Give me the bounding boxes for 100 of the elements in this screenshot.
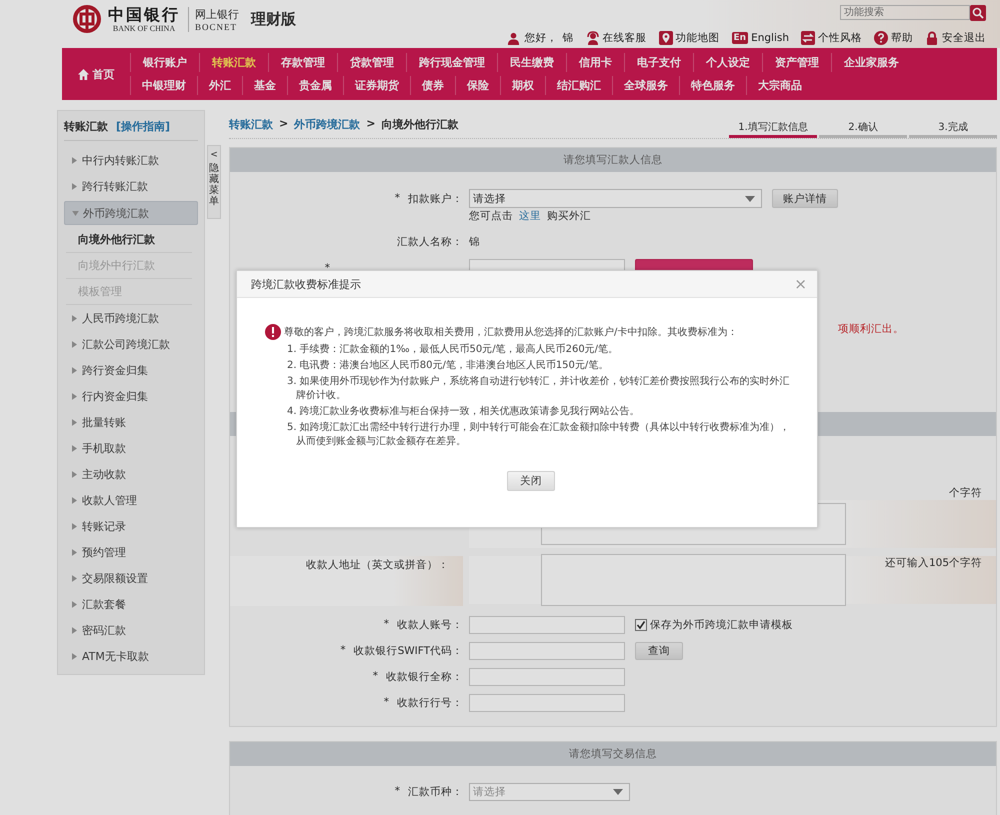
- nav-tab[interactable]: 基金: [242, 76, 287, 95]
- currency-select[interactable]: 请选择: [469, 783, 630, 801]
- caret-icon: [72, 470, 77, 478]
- header-link[interactable]: 安全退出: [925, 31, 986, 45]
- sidebar-item[interactable]: 跨行转账汇款: [64, 173, 198, 199]
- dropdown-arrow-icon: [613, 789, 623, 795]
- nav-tab[interactable]: 民生缴费: [497, 53, 566, 72]
- caret-icon: [72, 444, 77, 452]
- input-field[interactable]: [469, 616, 625, 634]
- nav-tab[interactable]: 资产管理: [762, 53, 831, 72]
- text-area[interactable]: [541, 554, 846, 606]
- sidebar-item[interactable]: 交易限额设置: [64, 565, 198, 591]
- sidebar-title: 转账汇款: [64, 119, 108, 134]
- header-link[interactable]: 个性风格: [801, 31, 862, 45]
- input-field[interactable]: [469, 694, 625, 712]
- close-button[interactable]: ×: [790, 275, 811, 293]
- sidebar-item[interactable]: 收款人管理: [64, 487, 198, 513]
- header-link[interactable]: 在线客服: [586, 31, 647, 45]
- header-link[interactable]: 功能地图: [658, 31, 720, 45]
- guide-link[interactable]: [操作指南]: [116, 119, 170, 134]
- language-link[interactable]: En English: [732, 32, 789, 44]
- breadcrumb-link[interactable]: 转账汇款: [229, 117, 273, 132]
- headset-icon: [586, 31, 600, 45]
- account-select[interactable]: 请选择: [469, 189, 762, 208]
- section-header: 请您填写交易信息: [230, 742, 996, 766]
- save-template-checkbox[interactable]: 保存为外币跨境汇款申请模板: [635, 618, 793, 632]
- required-mark: *: [394, 192, 400, 206]
- sidebar-item[interactable]: 汇款套餐: [64, 591, 198, 617]
- caret-icon: [72, 156, 77, 164]
- sidebar-item[interactable]: 主动收款: [64, 461, 198, 487]
- breadcrumb-separator: >: [366, 117, 376, 132]
- nav-tab[interactable]: 中银理财: [130, 76, 197, 95]
- caret-icon: [72, 600, 77, 608]
- nav-tab[interactable]: 贷款管理: [337, 53, 406, 72]
- nav-tab[interactable]: 存款管理: [268, 53, 337, 72]
- caret-icon: [72, 340, 77, 348]
- sidebar-item[interactable]: 跨行资金归集: [64, 357, 198, 383]
- sidebar-subitem[interactable]: 向境外他行汇款: [66, 227, 192, 253]
- sidebar-item[interactable]: 人民币跨境汇款: [64, 305, 198, 331]
- sidebar-item[interactable]: 密码汇款: [64, 617, 198, 643]
- sidebar-item[interactable]: 批量转账: [64, 409, 198, 435]
- sidebar-item[interactable]: 转账记录: [64, 513, 198, 539]
- fee-rule: 2. 电讯费：港澳台地区人民币80元/笔，非港澳台地区人民币150元/笔。: [287, 359, 610, 373]
- alert-icon: [265, 324, 281, 340]
- input-field[interactable]: [469, 668, 625, 686]
- nav-tab[interactable]: 全球服务: [612, 76, 679, 95]
- sidebar-item[interactable]: ATM无卡取款: [64, 643, 198, 669]
- nav-tab[interactable]: 电子支付: [624, 53, 693, 72]
- breadcrumb-link[interactable]: 外币跨境汇款: [294, 117, 360, 132]
- nav-tab[interactable]: 债券: [410, 76, 455, 95]
- account-details-button[interactable]: 账户详情: [772, 189, 838, 208]
- nav-tab[interactable]: 银行账户: [130, 53, 199, 72]
- caret-icon: [72, 314, 77, 322]
- nav-tab[interactable]: 期权: [500, 76, 545, 95]
- user-greeting: 您好，: [524, 31, 558, 45]
- remitter-name: 锦: [469, 235, 480, 249]
- hide-menu-tab[interactable]: < 隐藏菜单: [207, 145, 221, 219]
- home-tab[interactable]: 首页: [62, 48, 130, 100]
- help-icon: [874, 31, 888, 45]
- query-button[interactable]: 查询: [635, 642, 683, 660]
- field-label: 汇款币种：: [408, 785, 463, 799]
- input-field[interactable]: [469, 642, 625, 660]
- nav-tab[interactable]: 贵金属: [287, 76, 343, 95]
- sidebar-item[interactable]: 手机取款: [64, 435, 198, 461]
- close-dialog-button[interactable]: 关闭: [507, 471, 555, 491]
- sidebar-item[interactable]: 预约管理: [64, 539, 198, 565]
- here-link[interactable]: 这里: [519, 209, 541, 223]
- sidebar-item[interactable]: 中行内转账汇款: [64, 147, 198, 173]
- map-pin-icon: [658, 31, 673, 45]
- caret-icon: [72, 210, 79, 216]
- field-label: 收款行行号：: [397, 696, 463, 710]
- nav-tab[interactable]: 特色服务: [679, 76, 746, 95]
- nav-tab[interactable]: 跨行现金管理: [406, 53, 497, 72]
- product-name-english: BOCNET: [195, 22, 238, 32]
- breadcrumb-current: 向境外他行汇款: [381, 117, 458, 132]
- sidebar-item[interactable]: 外币跨境汇款: [64, 201, 198, 225]
- caret-icon: [72, 182, 77, 190]
- buy-forex-link[interactable]: 购买外汇: [547, 209, 591, 223]
- nav-tab[interactable]: 证券期货: [343, 76, 410, 95]
- sidebar-item[interactable]: 汇款公司跨境汇款: [64, 331, 198, 357]
- nav-tab[interactable]: 转账汇款: [199, 53, 268, 72]
- nav-tab[interactable]: 大宗商品: [746, 76, 813, 95]
- nav-tab[interactable]: 企业家服务: [831, 53, 911, 72]
- search-field[interactable]: 功能搜索: [840, 5, 970, 20]
- header-link[interactable]: 帮助: [874, 31, 913, 45]
- nav-tab[interactable]: 外汇: [197, 76, 242, 95]
- nav-tab[interactable]: 信用卡: [566, 53, 624, 72]
- caret-icon: [72, 392, 77, 400]
- required-mark: *: [324, 262, 330, 274]
- lock-icon: [925, 31, 939, 45]
- nav-tab[interactable]: 保险: [455, 76, 500, 95]
- search-icon[interactable]: [970, 4, 986, 20]
- step-indicator: 3.完成: [909, 120, 997, 138]
- dialog-intro: 尊敬的客户，跨境汇款服务将收取相关费用，汇款费用从您选择的汇款账户/卡中扣除。其收费标准为：: [284, 326, 738, 339]
- swap-arrows-icon: [801, 31, 815, 45]
- sidebar-item[interactable]: 行内资金归集: [64, 383, 198, 409]
- product-name: 网上银行: [195, 6, 239, 22]
- step-indicator: 1.填写汇款信息: [729, 120, 817, 138]
- nav-tab[interactable]: 个人设定: [693, 53, 762, 72]
- nav-tab[interactable]: 结汇购汇: [545, 76, 612, 95]
